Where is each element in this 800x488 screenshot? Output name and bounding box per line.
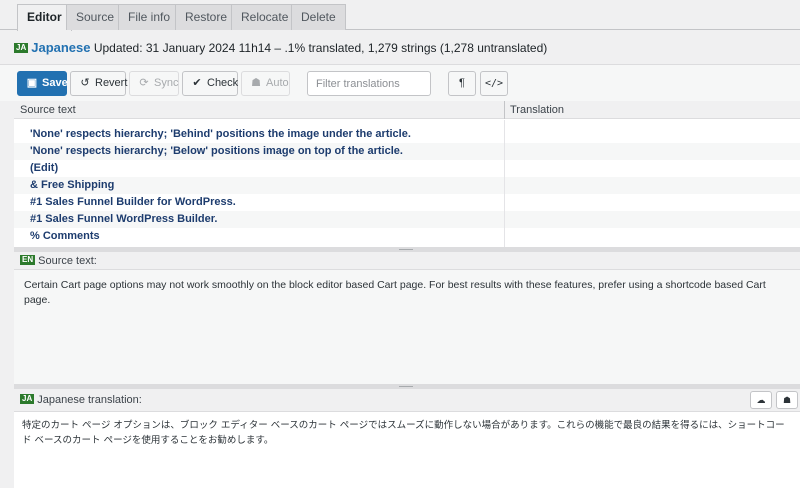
sync-icon: ⟳: [139, 77, 149, 89]
robot-icon: ☗: [251, 77, 261, 89]
tab-file-info[interactable]: File info: [118, 4, 181, 30]
tab-delete[interactable]: Delete: [291, 4, 346, 30]
table-row[interactable]: 'None' respects hierarchy; 'Behind' posi…: [14, 126, 800, 143]
column-separator: [504, 120, 505, 247]
source-language-badge: EN: [20, 255, 36, 265]
translation-language-badge: JA: [20, 394, 35, 404]
tab-source[interactable]: Source: [66, 4, 125, 30]
toggle-invisibles-button[interactable]: ¶: [448, 71, 476, 96]
revert-label: Revert: [95, 77, 128, 89]
translation-status: Updated: 31 January 2024 11h14 – .1% tra…: [93, 41, 548, 55]
floppy-icon: ▣: [26, 77, 38, 89]
tab-restore[interactable]: Restore: [175, 4, 238, 30]
sync-button[interactable]: ⟳ Sync: [129, 71, 179, 96]
table-row[interactable]: & Free Shipping: [14, 177, 800, 194]
table-row[interactable]: (Edit): [14, 160, 800, 177]
translation-panel-label: Japanese translation:: [37, 394, 142, 406]
editor-toolbar: ▣ Save ↺ Revert ⟳ Sync ✔ Check ☗ Auto ¶ </>: [0, 64, 800, 101]
file-status-line: JA Japanese Updated: 31 January 2024 11h1…: [14, 40, 547, 56]
column-header-source[interactable]: Source text: [20, 101, 76, 119]
tab-relocate[interactable]: Relocate: [231, 4, 299, 30]
sync-label: Sync: [154, 77, 179, 89]
auto-translate-button[interactable]: ☗ Auto: [241, 71, 290, 96]
undo-icon: ↺: [80, 77, 90, 89]
check-icon: ✔: [192, 77, 202, 89]
strings-list[interactable]: 'None' respects hierarchy; 'Behind' posi…: [14, 120, 800, 247]
table-row[interactable]: 'None' respects hierarchy; 'Below' posit…: [14, 143, 800, 160]
filter-translations-input[interactable]: [307, 71, 431, 96]
check-label: Check: [207, 77, 239, 89]
table-row[interactable]: % Comments: [14, 228, 800, 245]
language-code-badge: JA: [14, 43, 29, 53]
language-name[interactable]: Japanese: [31, 40, 90, 55]
column-divider[interactable]: [504, 101, 505, 119]
table-row[interactable]: #1 Sales Funnel Builder for WordPress.: [14, 194, 800, 211]
table-row[interactable]: #1 Sales Funnel WordPress Builder.: [14, 211, 800, 228]
translation-panel-header: JA Japanese translation: ☁ ☗: [14, 389, 800, 412]
check-button[interactable]: ✔ Check: [182, 71, 238, 96]
auto-label: Auto: [266, 77, 289, 89]
strings-table: Source text Translation 'None' respects …: [14, 101, 800, 247]
revert-button[interactable]: ↺ Revert: [70, 71, 128, 96]
source-text: Certain Cart page options may not work s…: [14, 270, 800, 384]
source-panel-header: EN Source text:: [14, 252, 800, 270]
save-button[interactable]: ▣ Save: [17, 71, 68, 96]
save-label: Save: [42, 77, 68, 89]
toggle-code-view-button[interactable]: </>: [480, 71, 508, 96]
tab-editor[interactable]: Editor: [17, 4, 72, 31]
table-header: Source text Translation: [14, 101, 800, 119]
column-header-translation[interactable]: Translation: [510, 101, 564, 119]
cloud-icon[interactable]: ☁: [750, 391, 772, 409]
robot-icon[interactable]: ☗: [776, 391, 798, 409]
source-panel-label: Source text:: [38, 255, 97, 267]
editor-tabs: Editor Source File info Restore Relocate…: [0, 0, 800, 31]
translation-textarea[interactable]: 特定のカート ページ オプションは、ブロック エディター ベースのカート ページ…: [14, 412, 800, 488]
